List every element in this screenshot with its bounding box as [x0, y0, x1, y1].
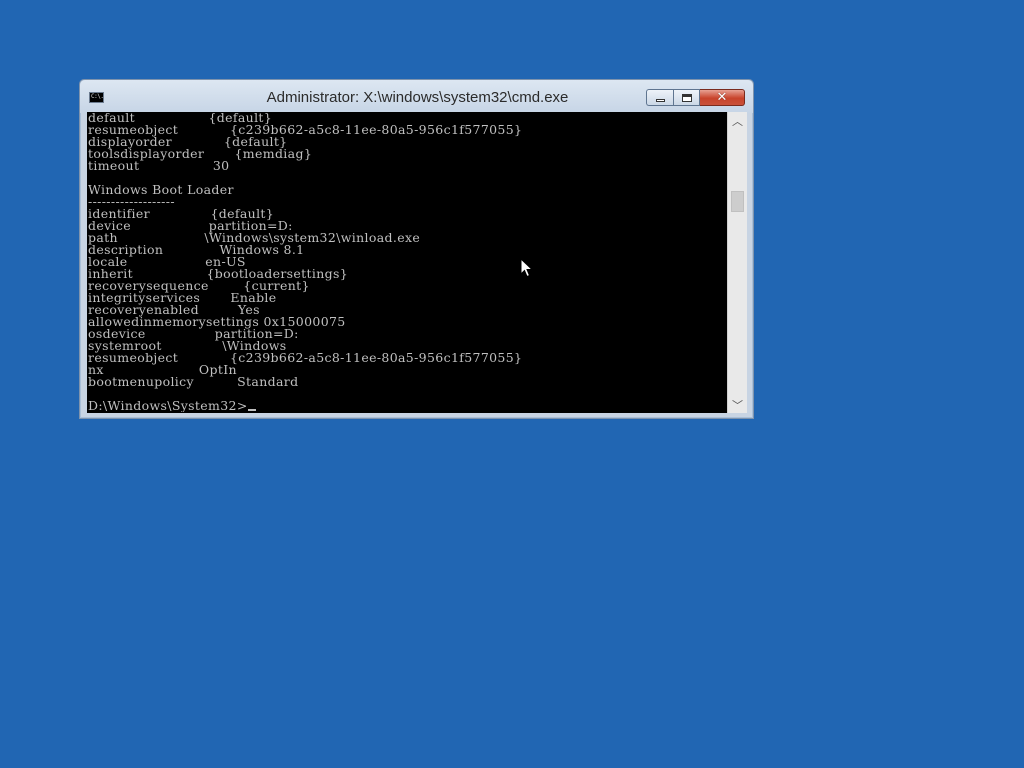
scroll-thumb[interactable] — [731, 191, 744, 212]
console-area[interactable]: default {default} resumeobject {c239b662-… — [87, 112, 747, 413]
command-prompt-line[interactable]: D:\Windows\System32> — [88, 398, 726, 412]
close-button[interactable]: ✕ — [700, 89, 745, 106]
maximize-button[interactable] — [673, 89, 700, 106]
command-prompt: D:\Windows\System32> — [88, 398, 248, 412]
maximize-icon — [681, 93, 692, 102]
console-output[interactable]: default {default} resumeobject {c239b662-… — [88, 112, 726, 412]
scroll-down-arrow-icon[interactable]: ﹀ — [728, 396, 747, 413]
minimize-icon — [655, 99, 665, 102]
console-line: bootmenupolicy Standard — [88, 374, 299, 389]
console-line: Windows Boot Loader — [88, 182, 234, 197]
text-cursor — [247, 409, 256, 411]
mouse-pointer-icon — [520, 258, 534, 278]
desktop: C:\. Administrator: X:\windows\system32\… — [0, 0, 1024, 768]
minimize-button[interactable] — [646, 89, 673, 106]
close-icon: ✕ — [716, 90, 728, 105]
console-line: timeout 30 — [88, 158, 230, 173]
vertical-scrollbar[interactable]: ︿ ﹀ — [727, 112, 747, 413]
cmd-window: C:\. Administrator: X:\windows\system32\… — [79, 79, 754, 419]
caption-buttons: ✕ — [646, 89, 745, 107]
title-bar[interactable]: C:\. Administrator: X:\windows\system32\… — [80, 80, 753, 113]
scroll-up-arrow-icon[interactable]: ︿ — [728, 112, 747, 129]
